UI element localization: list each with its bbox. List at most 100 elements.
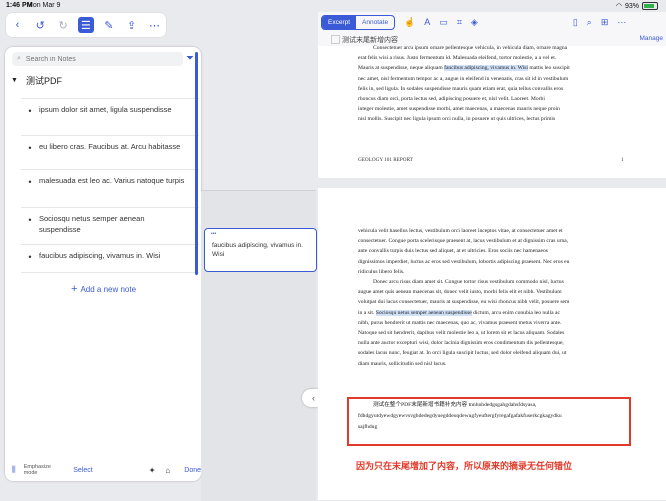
- pdf-page-1: Consectetuer arcu ipsum ornare pellentes…: [318, 45, 666, 178]
- battery-percent: 93%: [624, 2, 639, 10]
- drag-handle-icon[interactable]: •••: [211, 231, 216, 237]
- add-note-label: Add a new note: [80, 284, 137, 294]
- floating-note-card[interactable]: ••• faucibus adipiscing, vivamus in. Wis…: [204, 228, 317, 272]
- grid-icon[interactable]: ⊞: [601, 17, 609, 28]
- crop-icon[interactable]: ⌗: [457, 17, 462, 28]
- line-text: dictum, arcu enim conubia leo nulla ac: [473, 309, 560, 316]
- note-item[interactable]: • eu libero cras. Faucibus at. Arcu habi…: [21, 135, 199, 169]
- wifi-icon: ◠: [615, 3, 622, 10]
- add-note-button[interactable]: + Add a new note: [71, 283, 136, 295]
- page-line: augue amet quis aenean maecenas sit, don…: [358, 289, 562, 296]
- line-text: in a sit.: [358, 309, 375, 316]
- chevron-left-icon[interactable]: ‹: [312, 393, 315, 403]
- bullet-icon: •: [28, 177, 32, 187]
- more-icon[interactable]: ⋯: [146, 17, 162, 33]
- page-footer-right: 1: [621, 157, 624, 163]
- annotation-red-box: [347, 397, 631, 446]
- bullet-icon: •: [28, 106, 32, 116]
- lock-icon[interactable]: ⌂: [165, 466, 170, 475]
- note-item[interactable]: • ipsum dolor sit amet, ligula suspendis…: [21, 98, 199, 135]
- search-icon[interactable]: ⌕: [587, 17, 592, 28]
- redo-icon[interactable]: ↻: [55, 17, 71, 33]
- page-line: diam mauris, sollicitudin sed nisl lacus…: [358, 360, 447, 367]
- left-toolbar: ‹ ↺ ↻ ☰ ✎ ⇪ ⋯: [6, 13, 166, 37]
- search-icon: ⌕: [17, 55, 21, 62]
- note-item[interactable]: • faucibus adipiscing, vivamus in. Wisi: [21, 244, 199, 273]
- page-footer-left: GEOLOGY 101 REPORT: [358, 157, 413, 163]
- highlighted-excerpt[interactable]: Sociosqu netus semper aenean suspendisse: [375, 309, 472, 316]
- search-box[interactable]: ⌕: [12, 52, 183, 66]
- page-line: vehicula velit hasellus lectus, vestibul…: [358, 228, 563, 234]
- page-line: Natoque sed sit hendrerit, dapibus velit…: [358, 330, 565, 337]
- collapse-triangle-icon[interactable]: ▼: [11, 77, 18, 84]
- back-icon[interactable]: ‹: [9, 17, 25, 33]
- page-line: Mauris at suspendisse, neque aliquam fau…: [358, 63, 626, 73]
- note-item[interactable]: • Sociosqu netus semper aenean suspendis…: [21, 207, 199, 244]
- notes-group-title: 测试PDF: [25, 75, 62, 86]
- notes-panel: ⌕ ⏷ ▼ 测试PDF • ipsum dolor sit amet, ligu…: [5, 47, 201, 481]
- floating-note-text: faucibus adipiscing, vivamus in. Wisi: [212, 242, 304, 258]
- note-text: Sociosqu netus semper aenean suspendisse: [39, 214, 145, 234]
- page-line: nec amet, nisl fermentum tempor ac a, au…: [358, 75, 569, 82]
- bullet-icon: •: [28, 252, 32, 262]
- annotate-tab[interactable]: Annotate: [356, 16, 394, 29]
- more-icon[interactable]: ⋯: [617, 17, 626, 28]
- notes-group[interactable]: ▼ 测试PDF: [11, 73, 191, 87]
- note-text: malesuada est leo ac. Varius natoque tur…: [39, 176, 185, 185]
- doc-toolbar: Excerpt Annotate ☝ A ▭ ⌗ ◈ ▯ ⌕ ⊞ ⋯: [318, 12, 666, 32]
- page-line: nisl mollis. Suscipit nec ligula ipsum o…: [358, 116, 556, 123]
- page-line: felis in, sed ligula. In sodales suspend…: [358, 85, 564, 92]
- bullet-icon: •: [28, 143, 32, 153]
- text-tool-icon[interactable]: A: [424, 17, 430, 27]
- edit-icon[interactable]: ✎: [101, 17, 117, 33]
- notes-bottom-bar: ⫼ Emphasize mode Select ✦ ⌂ Done: [5, 460, 201, 480]
- page-line: sodales lacus nunc, feugiat at. In orci …: [358, 350, 567, 357]
- share-icon[interactable]: ⇪: [124, 17, 140, 33]
- status-right: ◠ 93%: [616, 2, 658, 10]
- page-line: Donec arcu risus diam amet sit. Congue t…: [373, 279, 564, 286]
- select-button[interactable]: Select: [73, 467, 92, 474]
- mode-segment: Excerpt Annotate: [321, 14, 396, 30]
- note-text: ipsum dolor sit amet, ligula suspendisse: [39, 105, 172, 114]
- page-line: rhoncus diam orci, porta lectus sed, adi…: [358, 96, 545, 103]
- page-line: dignissimos imperdiet, luctus ac eros se…: [358, 258, 570, 265]
- filter-icon[interactable]: ⏷: [186, 53, 194, 64]
- list-icon[interactable]: ☰: [77, 17, 94, 33]
- undo-icon[interactable]: ↺: [32, 17, 48, 33]
- search-input[interactable]: [23, 54, 178, 64]
- plus-icon: +: [71, 283, 78, 295]
- emphasize-mode-label[interactable]: Emphasize mode: [24, 464, 66, 476]
- page-line: consectetuer. Congue porta scelerisque p…: [358, 238, 569, 245]
- status-date: Mon Mar 9: [27, 2, 61, 9]
- line-text: mattis leo suscipit: [529, 65, 570, 72]
- page-line: ante convallis turpis duis lectus sed al…: [358, 248, 548, 255]
- battery-icon: [642, 2, 658, 10]
- active-note-indicator: [195, 52, 198, 275]
- excerpt-tab[interactable]: Excerpt: [322, 15, 357, 29]
- bullet-icon: •: [28, 215, 32, 225]
- emphasize-icon[interactable]: ⫼: [12, 465, 16, 475]
- note-item[interactable]: • malesuada est leo ac. Varius natoque t…: [21, 169, 199, 207]
- ai-icon[interactable]: ✦: [149, 466, 156, 475]
- manage-button[interactable]: Manage: [640, 35, 664, 42]
- page-line: nibh, purus hendrerit ut mattis nec maec…: [358, 319, 562, 326]
- page-line: in a sit. Sociosqu netus semper aenean s…: [358, 308, 626, 318]
- line-text: Mauris at suspendisse, neque aliquam: [358, 65, 443, 72]
- page-line: ridiculus libero felis.: [358, 268, 405, 275]
- page-line: volutpat dui lacus consectetuer, mauris …: [358, 299, 570, 306]
- done-button[interactable]: Done: [184, 467, 201, 474]
- page-line: nulla ante auctor excepturi wisi, dolor …: [358, 340, 564, 347]
- doc-checkbox-icon[interactable]: [331, 35, 340, 44]
- page-icon[interactable]: ▯: [573, 17, 578, 28]
- pdf-page-2: vehicula velit hasellus lectus, vestibul…: [318, 188, 666, 500]
- page-line: Consectetuer arcu ipsum ornare pellentes…: [373, 45, 568, 51]
- pointer-icon[interactable]: ☝: [404, 17, 415, 28]
- note-text: faucibus adipiscing, vivamus in. Wisi: [39, 251, 161, 260]
- highlighted-excerpt[interactable]: faucibus adipiscing, vivamus in. Wisi: [444, 65, 528, 72]
- shapes-icon[interactable]: ◈: [471, 17, 478, 28]
- rectangle-tool-icon[interactable]: ▭: [439, 17, 448, 28]
- page-line: integer molestie, amet suspendisse morbi…: [358, 106, 560, 113]
- annotation-caption: 因为只在末尾增加了内容，所以原来的摘录无任何错位: [356, 461, 573, 471]
- page-line: erat felis wisi a risus. Justo fermentum…: [358, 55, 557, 62]
- note-text: eu libero cras. Faucibus at. Arcu habita…: [39, 142, 181, 151]
